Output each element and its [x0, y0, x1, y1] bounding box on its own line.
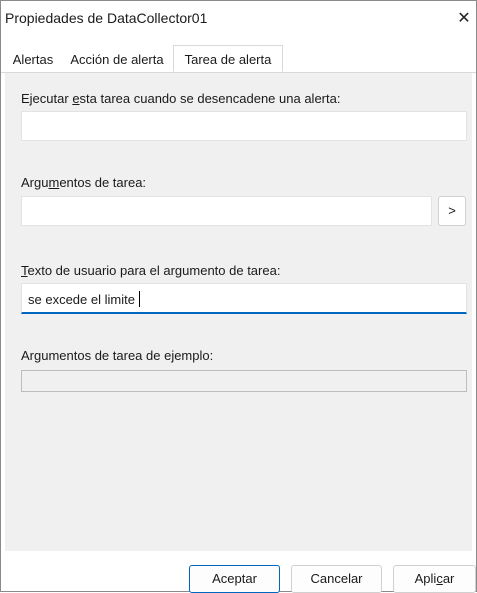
- cancel-button[interactable]: Cancelar: [291, 565, 382, 593]
- sample-args-label: Argumentos de tarea de ejemplo:: [21, 348, 214, 363]
- task-args-label: Argumentos de tarea:: [21, 175, 147, 190]
- tab-tarea-de-alerta[interactable]: Tarea de alerta: [173, 45, 283, 72]
- window-title: Propiedades de DataCollector01: [5, 10, 208, 26]
- close-icon[interactable]: ✕: [452, 1, 476, 35]
- apply-button[interactable]: Aplicar: [393, 565, 476, 593]
- dialog-button-bar: Aceptar Cancelar Aplicar: [1, 551, 476, 593]
- user-text-value-wrap: se excede el limite: [28, 291, 140, 307]
- tab-panel-tarea: Ejecutar esta tarea cuando se desencaden…: [5, 73, 472, 551]
- run-task-input[interactable]: [21, 111, 467, 141]
- user-text-input[interactable]: se excede el limite: [21, 283, 467, 314]
- tab-alertas[interactable]: Alertas: [7, 49, 59, 71]
- task-args-input[interactable]: [21, 196, 432, 226]
- task-args-expand-button[interactable]: >: [438, 196, 466, 226]
- text-caret: [138, 291, 140, 307]
- run-task-label: Ejecutar esta tarea cuando se desencaden…: [21, 91, 341, 106]
- ok-button[interactable]: Aceptar: [189, 565, 280, 593]
- user-text-label: Texto de usuario para el argumento de ta…: [21, 263, 281, 278]
- tab-strip: Alertas Acción de alerta Tarea de alerta: [1, 45, 476, 73]
- properties-dialog: Propiedades de DataCollector01 ✕ Alertas…: [0, 0, 477, 593]
- user-text-value: se excede el limite: [28, 292, 135, 307]
- tab-accion-de-alerta[interactable]: Acción de alerta: [65, 49, 169, 71]
- sample-args-field: [21, 370, 467, 392]
- title-bar: Propiedades de DataCollector01 ✕: [1, 1, 476, 37]
